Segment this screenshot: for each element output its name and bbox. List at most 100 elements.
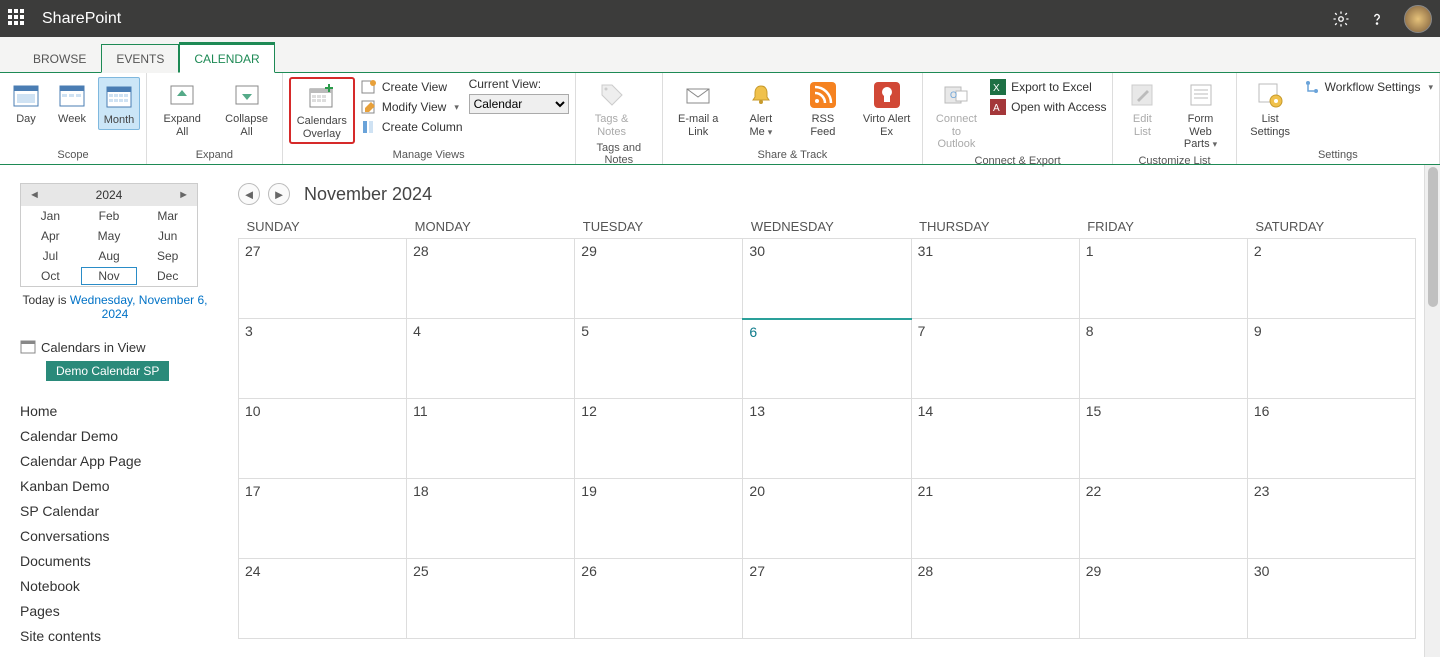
mini-month-nov[interactable]: Nov [81, 267, 138, 285]
nav-link[interactable]: Site contents [20, 628, 210, 644]
calendar-cell[interactable]: 11 [407, 399, 575, 479]
vertical-scrollbar[interactable] [1424, 165, 1440, 657]
calendar-cell[interactable]: 13 [743, 399, 911, 479]
modify-view-button[interactable]: Modify View▾ [361, 99, 463, 115]
calendar-cell[interactable]: 29 [1079, 559, 1247, 639]
mini-month-feb[interactable]: Feb [80, 206, 139, 226]
calendar-cell[interactable]: 30 [743, 239, 911, 319]
nav-link[interactable]: Calendar Demo [20, 428, 210, 444]
mini-month-apr[interactable]: Apr [21, 226, 80, 246]
nav-link[interactable]: Documents [20, 553, 210, 569]
mini-month-jun[interactable]: Jun [138, 226, 197, 246]
create-column-button[interactable]: Create Column [361, 119, 463, 135]
prev-month-button[interactable]: ◄ [238, 183, 260, 205]
ribbon-group-label: Expand [153, 147, 276, 164]
next-month-button[interactable]: ► [268, 183, 290, 205]
tags-notes-button[interactable]: Tags & Notes [582, 77, 642, 140]
mini-month-mar[interactable]: Mar [138, 206, 197, 226]
calendar-cell[interactable]: 27 [239, 239, 407, 319]
overlay-calendar-badge[interactable]: Demo Calendar SP [46, 361, 169, 381]
scope-day-button[interactable]: Day [6, 77, 46, 128]
calendar-cell[interactable]: 27 [743, 559, 911, 639]
dow-header: TUESDAY [575, 215, 743, 239]
tab-events[interactable]: EVENTS [101, 44, 179, 73]
mini-month-jul[interactable]: Jul [21, 246, 80, 266]
mini-month-aug[interactable]: Aug [80, 246, 139, 266]
rss-feed-button[interactable]: RSS Feed [794, 77, 851, 140]
calendar-cell[interactable]: 29 [575, 239, 743, 319]
export-excel-button[interactable]: X Export to Excel [990, 79, 1106, 95]
calendar-cell[interactable]: 9 [1247, 319, 1415, 399]
next-year-button[interactable]: ► [178, 189, 189, 201]
calendar-cell[interactable]: 21 [911, 479, 1079, 559]
workflow-icon [1304, 79, 1320, 95]
form-web-parts-button[interactable]: Form Web Parts▾ [1171, 77, 1229, 153]
calendar-cell[interactable]: 10 [239, 399, 407, 479]
calendar-cell[interactable]: 17 [239, 479, 407, 559]
calendar-cell[interactable]: 28 [911, 559, 1079, 639]
nav-link[interactable]: Pages [20, 603, 210, 619]
nav-link[interactable]: Kanban Demo [20, 478, 210, 494]
nav-link[interactable]: Home [20, 403, 210, 419]
calendars-overlay-button[interactable]: Calendars Overlay [289, 77, 355, 144]
mini-month-sep[interactable]: Sep [138, 246, 197, 266]
mini-month-dec[interactable]: Dec [138, 266, 197, 286]
calendar-cell[interactable]: 23 [1247, 479, 1415, 559]
open-access-button[interactable]: A Open with Access [990, 99, 1106, 115]
expand-all-button[interactable]: Expand All [153, 77, 211, 140]
mini-month-jan[interactable]: Jan [21, 206, 80, 226]
list-settings-button[interactable]: List Settings [1243, 77, 1298, 140]
calendar-cell[interactable]: 1 [1079, 239, 1247, 319]
prev-year-button[interactable]: ◄ [29, 189, 40, 201]
calendar-cell[interactable]: 20 [743, 479, 911, 559]
nav-link[interactable]: Calendar App Page [20, 453, 210, 469]
help-icon[interactable] [1368, 10, 1386, 28]
virto-alert-button[interactable]: Virto Alert Ex [857, 77, 915, 140]
calendar-cell[interactable]: 22 [1079, 479, 1247, 559]
nav-link[interactable]: Notebook [20, 578, 210, 594]
alert-me-button[interactable]: Alert Me▾ [733, 77, 788, 140]
mini-month-oct[interactable]: Oct [21, 266, 80, 286]
calendar-cell[interactable]: 15 [1079, 399, 1247, 479]
calendar-cell[interactable]: 31 [911, 239, 1079, 319]
scope-week-button[interactable]: Week [52, 77, 92, 128]
bell-icon [745, 79, 777, 111]
current-view-select[interactable]: Calendar [469, 94, 569, 114]
tags-icon [596, 79, 628, 111]
calendar-cell[interactable]: 2 [1247, 239, 1415, 319]
edit-list-button[interactable]: Edit List [1119, 77, 1165, 140]
calendar-cell[interactable]: 28 [407, 239, 575, 319]
tab-calendar[interactable]: CALENDAR [179, 42, 274, 73]
ribbon-group-connect: O Connect to Outlook X Export to Excel A… [923, 73, 1114, 164]
email-link-button[interactable]: E-mail a Link [669, 77, 727, 140]
calendar-cell[interactable]: 25 [407, 559, 575, 639]
mini-month-may[interactable]: May [80, 226, 139, 246]
calendar-cell[interactable]: 3 [239, 319, 407, 399]
scrollbar-thumb[interactable] [1428, 167, 1438, 307]
calendar-cell[interactable]: 18 [407, 479, 575, 559]
calendar-cell[interactable]: 8 [1079, 319, 1247, 399]
nav-link[interactable]: Conversations [20, 528, 210, 544]
app-launcher-icon[interactable] [8, 9, 28, 29]
calendar-cell[interactable]: 5 [575, 319, 743, 399]
calendar-cell[interactable]: 7 [911, 319, 1079, 399]
calendar-cell[interactable]: 24 [239, 559, 407, 639]
calendar-cell[interactable]: 16 [1247, 399, 1415, 479]
calendar-cell[interactable]: 30 [1247, 559, 1415, 639]
calendar-cell[interactable]: 19 [575, 479, 743, 559]
connect-outlook-button[interactable]: O Connect to Outlook [929, 77, 984, 153]
scope-month-button[interactable]: Month [98, 77, 140, 130]
create-view-button[interactable]: Create View [361, 79, 463, 95]
workflow-settings-button[interactable]: Workflow Settings▾ [1304, 79, 1433, 95]
collapse-all-button[interactable]: Collapse All [217, 77, 275, 140]
calendar-cell[interactable]: 6 [743, 319, 911, 399]
calendar-cell[interactable]: 26 [575, 559, 743, 639]
calendar-cell[interactable]: 4 [407, 319, 575, 399]
tab-browse[interactable]: BROWSE [18, 44, 101, 72]
calendar-cell[interactable]: 12 [575, 399, 743, 479]
gear-icon[interactable] [1332, 10, 1350, 28]
today-link[interactable]: Wednesday, November 6, 2024 [70, 293, 208, 321]
nav-link[interactable]: SP Calendar [20, 503, 210, 519]
user-avatar[interactable] [1404, 5, 1432, 33]
calendar-cell[interactable]: 14 [911, 399, 1079, 479]
